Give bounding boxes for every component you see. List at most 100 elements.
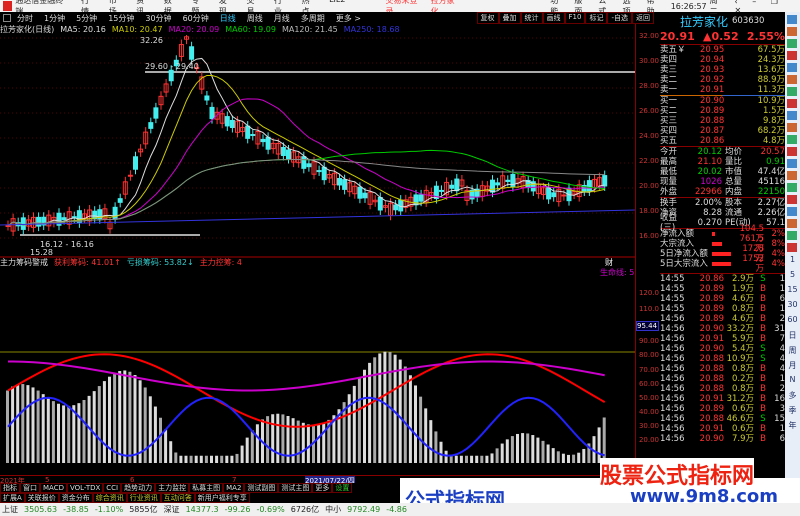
tool-icon[interactable] — [787, 63, 797, 72]
stat-value: 20.12 — [697, 147, 722, 157]
chip-bar — [500, 443, 504, 463]
toolbar-button[interactable]: 复权 — [476, 12, 499, 24]
indicator-tab[interactable]: 更多 — [312, 483, 333, 493]
level-price: 20.86 — [700, 136, 725, 146]
toolbar-button[interactable]: 统计 — [520, 12, 543, 24]
info-tab[interactable]: 扩展A — [0, 493, 25, 503]
indicator-tab[interactable]: 主力监控 — [155, 483, 190, 493]
candle-body — [133, 156, 138, 170]
side-period-button[interactable]: 周 — [785, 345, 800, 360]
side-period-button[interactable]: 60 — [785, 315, 800, 330]
side-period-button[interactable]: 1 — [785, 255, 800, 270]
indicator-tab[interactable]: MA2 — [223, 483, 245, 493]
tool-icon[interactable] — [787, 195, 797, 204]
toolbar-button[interactable]: 画线 — [542, 12, 565, 24]
tool-icon[interactable] — [787, 207, 797, 216]
stat-value: 21.10 — [697, 157, 722, 167]
chip-bar — [92, 391, 96, 463]
indicator-tab[interactable]: 指标 — [0, 483, 20, 493]
indicator-tab[interactable]: VOL-TDX — [66, 483, 104, 493]
side-period-button[interactable]: 年 — [785, 420, 800, 435]
info-tab[interactable]: 关联报价 — [24, 493, 59, 503]
index-name[interactable]: 上证 — [2, 504, 18, 515]
tool-icon[interactable] — [787, 51, 797, 60]
info-tab[interactable]: 互动问答 — [160, 493, 195, 503]
tool-icon[interactable] — [787, 15, 797, 24]
period-tab[interactable]: 月线 — [274, 13, 290, 24]
indicator-tab[interactable]: 测试副图 — [244, 483, 279, 493]
period-tab[interactable]: 更多 > — [336, 13, 361, 24]
candle-body — [490, 179, 495, 193]
tick-count: 3 — [779, 404, 785, 414]
indicator-tab[interactable]: 测试主图 — [278, 483, 313, 493]
side-period-button[interactable]: 30 — [785, 300, 800, 315]
period-tab[interactable]: 5分钟 — [76, 13, 97, 24]
indicator-tab[interactable]: CCI — [103, 483, 122, 493]
chip-bar — [546, 444, 550, 463]
info-tab[interactable]: 综合资讯 — [92, 493, 127, 503]
side-period-button[interactable]: 季 — [785, 405, 800, 420]
chip-bar — [551, 448, 555, 463]
chip-bar — [541, 440, 545, 463]
toolbar-button[interactable]: 叠加 — [498, 12, 521, 24]
period-tab[interactable]: 日线 — [220, 13, 236, 24]
tool-icon[interactable] — [787, 27, 797, 36]
period-tab[interactable]: 多周期 — [301, 13, 325, 24]
indicator-name[interactable]: 主力筹码警戒 — [0, 257, 48, 267]
candle-body — [245, 125, 251, 139]
info-tab[interactable]: 资金分布 — [58, 493, 93, 503]
tool-icon[interactable] — [787, 231, 797, 240]
tool-icon[interactable] — [787, 219, 797, 228]
axis-tick: 95.44 — [636, 321, 659, 331]
tool-icon[interactable] — [787, 123, 797, 132]
period-tab[interactable]: 周线 — [247, 13, 263, 24]
tool-icon[interactable] — [787, 183, 797, 192]
period-tab[interactable]: 15分钟 — [108, 13, 134, 24]
indicator-tab[interactable]: 窗口 — [20, 483, 40, 493]
tool-icon[interactable] — [787, 171, 797, 180]
indicator-tab[interactable]: 设置 — [332, 483, 353, 493]
toolbar-button[interactable]: 标记 — [585, 12, 608, 24]
chip-bar — [368, 362, 372, 463]
side-period-button[interactable]: 15 — [785, 285, 800, 300]
info-tab[interactable]: 新用户福利专享 — [194, 493, 250, 503]
indicator-tab[interactable]: MACD — [40, 483, 67, 493]
side-period-button[interactable]: 月 — [785, 360, 800, 375]
tick-volume: 33.2万 — [726, 324, 754, 334]
tick-row: 14:56 20.91 5.9万 B 7 — [660, 334, 785, 344]
info-tab[interactable]: 行业资讯 — [126, 493, 161, 503]
side-period-button[interactable]: N — [785, 375, 800, 390]
period-tab[interactable]: 60分钟 — [183, 13, 209, 24]
tool-icon[interactable] — [787, 147, 797, 156]
side-period-button[interactable]: 日 — [785, 330, 800, 345]
period-tab[interactable]: 分时 — [17, 13, 33, 24]
index-name[interactable]: 中小 — [325, 504, 341, 515]
toolbar-button[interactable]: -自选 — [607, 12, 632, 24]
stat-value: 22150 — [757, 187, 785, 197]
tool-icon[interactable] — [787, 39, 797, 48]
tool-icon[interactable] — [787, 159, 797, 168]
tool-icon[interactable] — [787, 87, 797, 96]
index-name[interactable]: 深证 — [164, 504, 180, 515]
tick-side: B — [760, 424, 766, 434]
level-volume: 10.9万 — [757, 96, 785, 106]
indicator-legend: 主力筹码警戒 获利筹码: 41.01↑ 亏损筹码: 53.82↓ 主力控筹: 4 — [0, 257, 400, 267]
tool-icon[interactable] — [787, 243, 797, 252]
flow-pct: 4% — [771, 249, 785, 259]
side-period-button[interactable]: 5 — [785, 270, 800, 285]
period-tab[interactable]: 30分钟 — [145, 13, 171, 24]
candle-body — [20, 217, 26, 230]
period-tab[interactable]: 1分钟 — [44, 13, 65, 24]
kline-chart[interactable]: 32.2629.60 - 29.4016.12 - 16.1615.28财生命线… — [0, 35, 635, 475]
indicator-tab[interactable]: 私募主图 — [189, 483, 224, 493]
panel-toggle-icon[interactable] — [3, 14, 11, 22]
indicator-tab[interactable]: 趋势动力 — [121, 483, 156, 493]
axis-tick: 32.00 — [638, 32, 659, 40]
tool-icon[interactable] — [787, 75, 797, 84]
side-period-button[interactable]: 多 — [785, 390, 800, 405]
tool-icon[interactable] — [787, 135, 797, 144]
tool-icon[interactable] — [787, 99, 797, 108]
toolbar-button[interactable]: 返回 — [632, 12, 654, 24]
toolbar-button[interactable]: F10 — [564, 12, 586, 24]
tool-icon[interactable] — [787, 111, 797, 120]
